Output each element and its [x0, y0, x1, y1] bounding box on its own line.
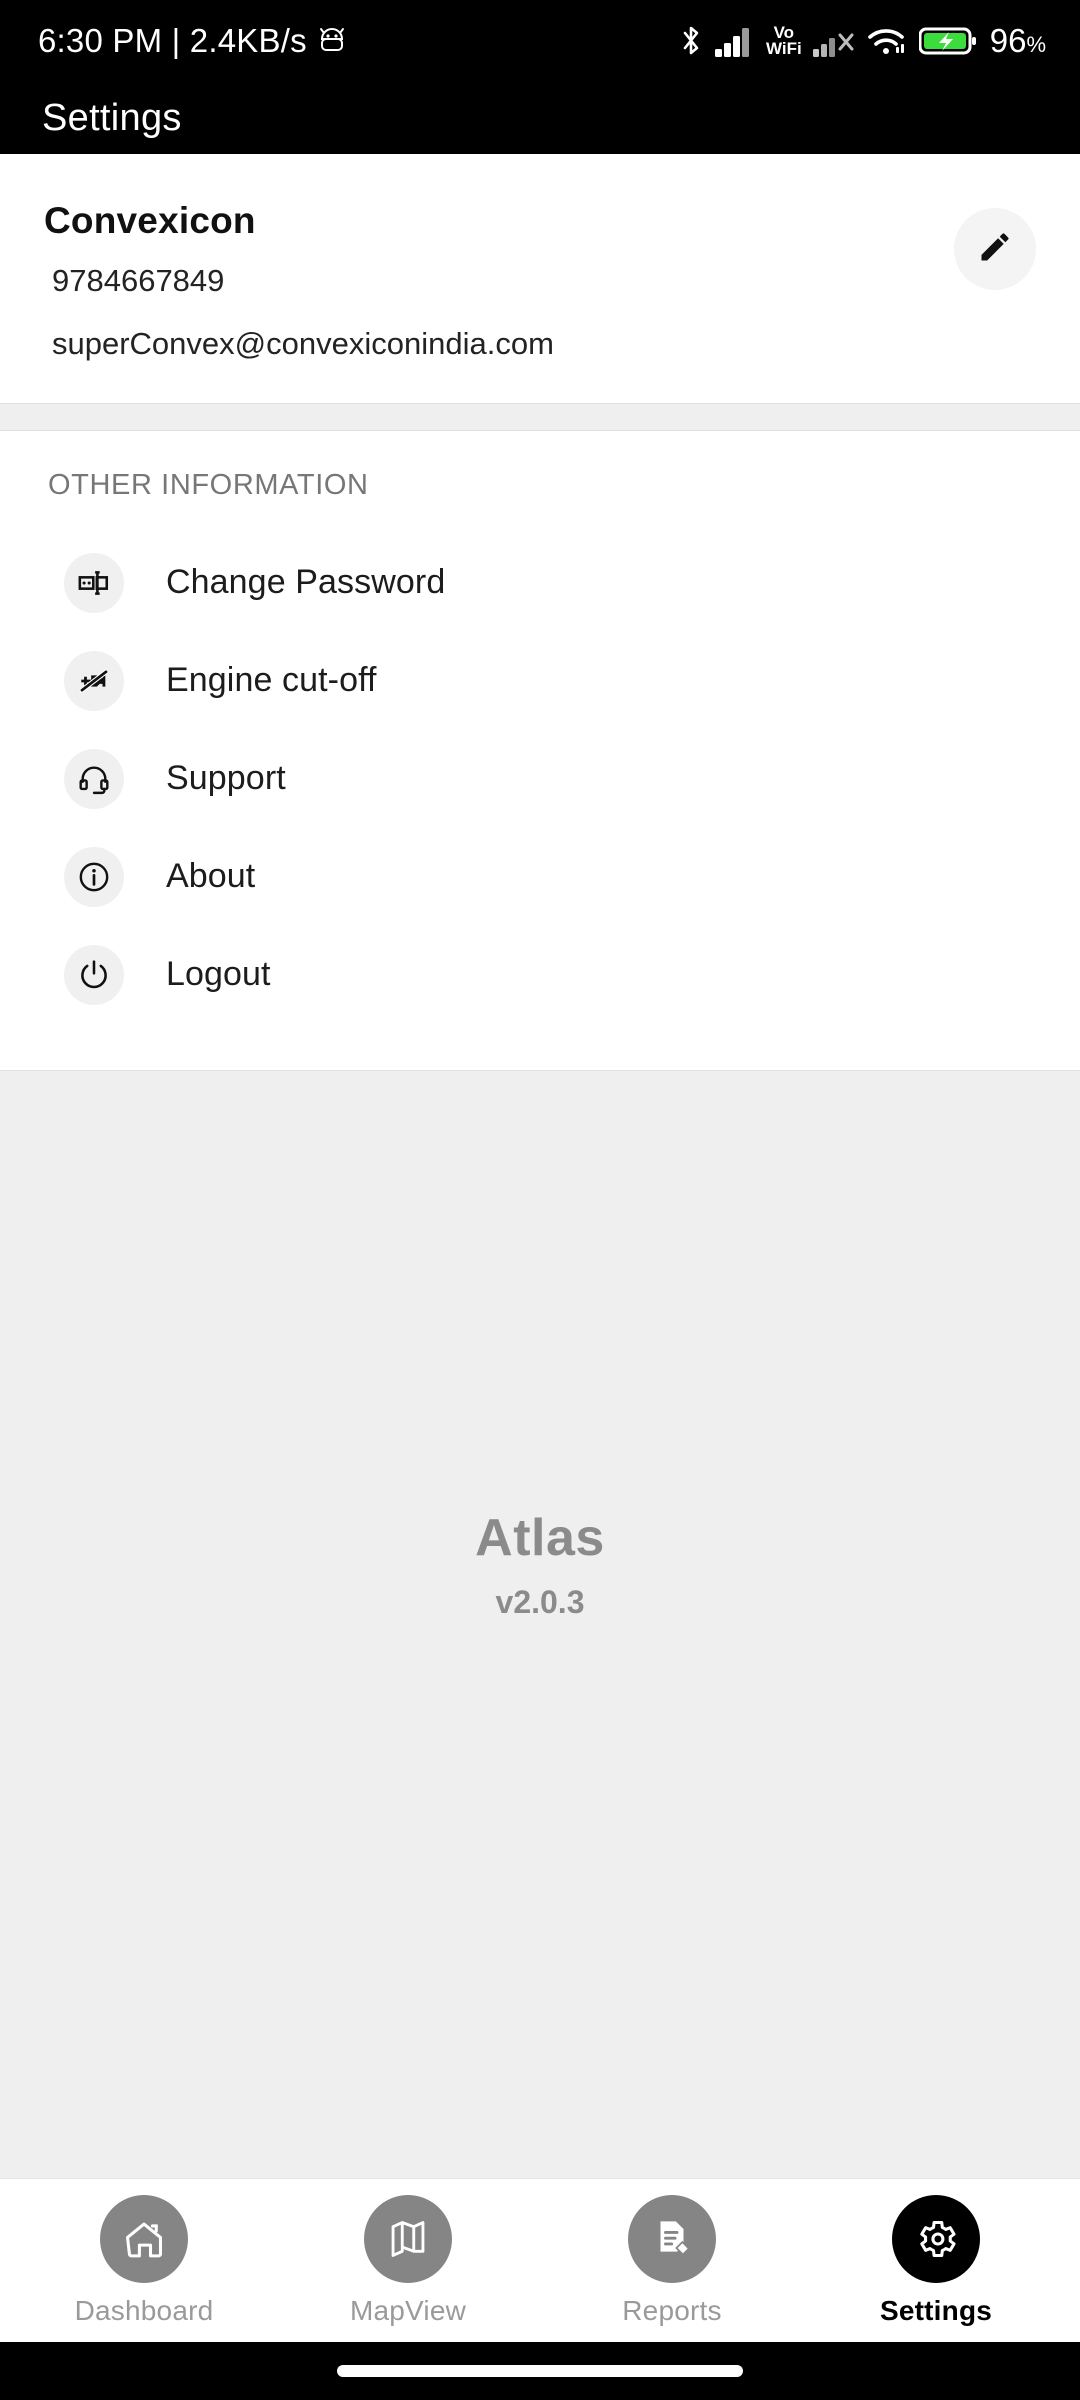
other-information-section: OTHER INFORMATION Change Password Engine…	[0, 430, 1080, 1070]
status-bar-right: Vo WiFi 96%	[678, 22, 1046, 60]
battery-charging-icon	[918, 25, 977, 57]
volte-wifi-icon: Vo WiFi	[765, 24, 802, 58]
system-navigation-bar	[0, 2342, 1080, 2400]
menu-label: Logout	[166, 955, 271, 994]
status-clock-and-network: 6:30 PM | 2.4KB/s	[38, 22, 307, 59]
map-icon	[364, 2194, 452, 2283]
document-edit-icon	[628, 2194, 716, 2283]
menu-item-about[interactable]: About	[0, 828, 1080, 926]
status-bar-left: 6:30 PM | 2.4KB/s	[38, 22, 345, 60]
bottom-navigation: Dashboard MapView Reports Settings	[0, 2178, 1080, 2342]
menu-label: Change Password	[166, 563, 446, 602]
home-gesture-pill[interactable]	[337, 2365, 743, 2377]
power-icon	[64, 944, 124, 1005]
nav-label: Settings	[879, 2294, 993, 2326]
password-field-icon	[64, 552, 124, 613]
nav-item-settings[interactable]: Settings	[841, 2194, 1031, 2327]
volte-label-bottom: WiFi	[765, 39, 802, 58]
nav-label: Reports	[622, 2294, 722, 2326]
gear-icon	[892, 2194, 980, 2283]
nav-item-dashboard[interactable]: Dashboard	[49, 2194, 239, 2327]
profile-name: Convexicon	[44, 200, 256, 241]
profile-email: superConvex@convexiconindia.com	[52, 326, 554, 362]
nav-label: MapView	[349, 2294, 467, 2326]
menu-item-support[interactable]: Support	[0, 730, 1080, 828]
wifi-icon	[866, 25, 908, 57]
menu-item-engine-cut-off[interactable]: Engine cut-off	[0, 632, 1080, 730]
cellular-signal-icon	[714, 25, 755, 57]
nav-item-mapview[interactable]: MapView	[313, 2194, 503, 2327]
info-circle-icon	[64, 846, 124, 907]
phone-screen: 6:30 PM | 2.4KB/s Vo WiFi 96% Settings C…	[0, 0, 1080, 2400]
status-bar: 6:30 PM | 2.4KB/s Vo WiFi 96%	[0, 0, 1080, 82]
pencil-edit-icon	[977, 229, 1013, 270]
section-header-other-information: OTHER INFORMATION	[48, 468, 369, 501]
cellular-signal-no-service-icon	[812, 25, 855, 57]
app-bar: Settings	[0, 82, 1080, 154]
battery-level: 96%	[989, 22, 1046, 59]
headset-icon	[64, 748, 124, 809]
app-brand-name: Atlas	[475, 1508, 605, 1567]
brand-area: Atlas v2.0.3	[0, 1069, 1080, 2178]
profile-details: Convexicon 9784667849 superConvex@convex…	[44, 198, 554, 363]
edit-profile-button[interactable]	[954, 208, 1036, 290]
nav-item-reports[interactable]: Reports	[577, 2194, 767, 2327]
nav-label: Dashboard	[74, 2294, 214, 2326]
android-head-icon	[319, 27, 345, 55]
menu-label: Engine cut-off	[166, 661, 377, 700]
menu-label: Support	[166, 759, 286, 798]
menu-item-logout[interactable]: Logout	[0, 926, 1080, 1024]
profile-card: Convexicon 9784667849 superConvex@convex…	[0, 154, 1080, 403]
home-icon	[100, 2194, 188, 2283]
settings-menu-list: Change Password Engine cut-off Support A…	[0, 534, 1080, 1024]
bluetooth-icon	[678, 24, 704, 58]
app-version: v2.0.3	[495, 1583, 585, 1620]
page-title: Settings	[42, 96, 182, 139]
section-divider-band	[0, 402, 1080, 431]
profile-phone: 9784667849	[52, 263, 225, 299]
menu-item-change-password[interactable]: Change Password	[0, 534, 1080, 632]
percent-sign: %	[1026, 32, 1046, 57]
engine-off-icon	[64, 650, 124, 711]
menu-label: About	[166, 857, 256, 896]
